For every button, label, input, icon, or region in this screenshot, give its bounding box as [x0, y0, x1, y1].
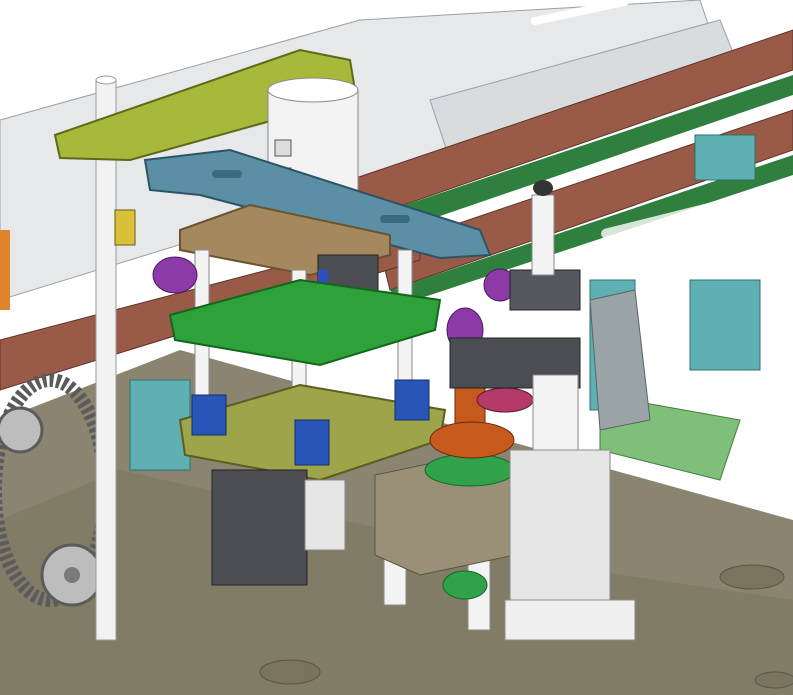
arm-slot [212, 170, 242, 178]
gear-hub [64, 567, 80, 583]
cad-render-svg [0, 0, 793, 695]
bearing-ring [424, 453, 516, 487]
rod-cap [95, 75, 117, 85]
gear-icon [0, 406, 44, 454]
yellow-part [114, 209, 136, 246]
gray-block [509, 269, 581, 311]
teal-bracket [689, 279, 761, 371]
orange-marker [0, 230, 10, 310]
vertical-rod [95, 79, 117, 641]
cylinder-top [267, 77, 359, 103]
blue-bushing [191, 394, 227, 436]
orange-flange [429, 421, 515, 459]
arm-slot [380, 215, 410, 223]
lower-motor-side [304, 479, 346, 551]
cylinder-port [274, 139, 292, 157]
right-stand [589, 289, 651, 431]
blue-bushing [394, 379, 430, 421]
bolt-icon [533, 180, 553, 196]
base-hole [754, 671, 793, 689]
cad-render-scene [0, 0, 793, 695]
slide-actuator [509, 449, 611, 611]
actuator-base [504, 599, 636, 641]
lower-motor [211, 469, 308, 586]
pink-part [476, 387, 534, 413]
vertical-probe [531, 194, 555, 276]
green-cap [442, 570, 488, 600]
base-hole [719, 564, 785, 590]
blue-bushing [294, 419, 330, 466]
teal-bracket [694, 134, 756, 181]
base-hole [259, 659, 321, 685]
purple-part [152, 256, 198, 294]
